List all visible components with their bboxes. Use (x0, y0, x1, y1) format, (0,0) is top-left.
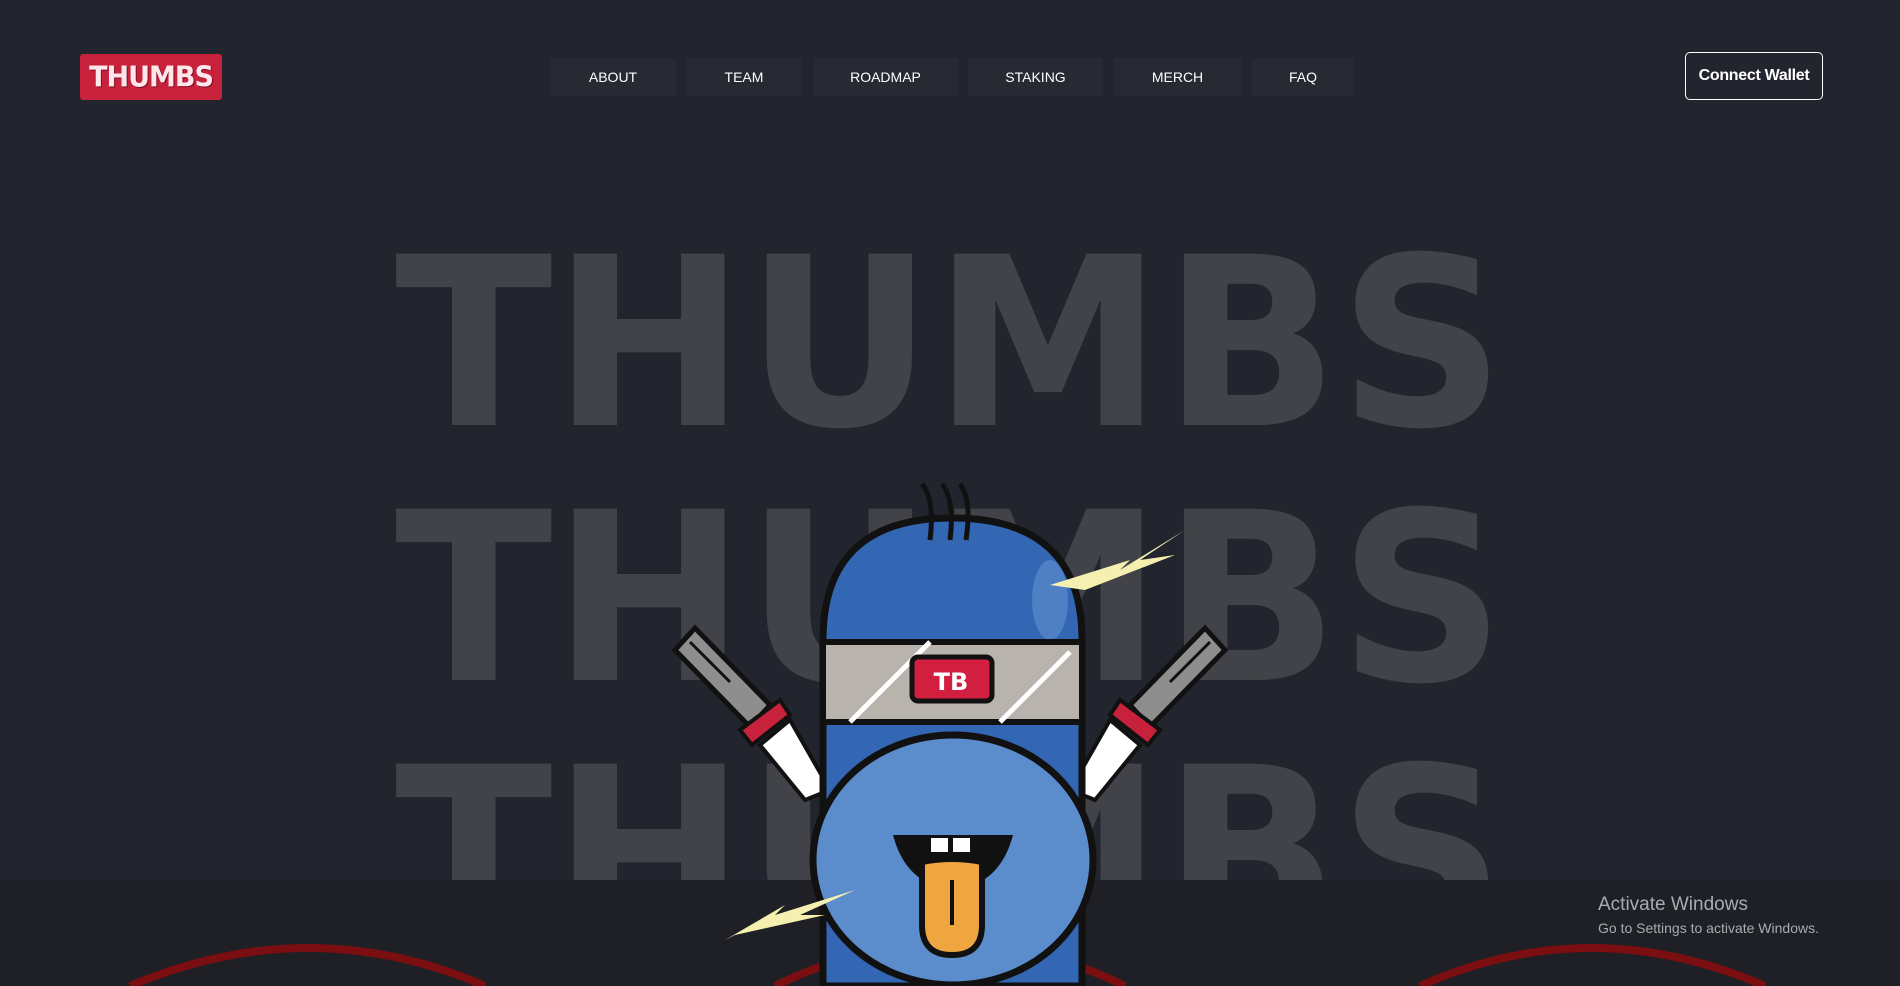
sword-left-icon (671, 624, 833, 803)
top-navigation-bar: THUMBS ABOUT TEAM ROADMAP STAKING MERCH … (0, 0, 1900, 150)
logo-text: THUMBS (89, 60, 214, 94)
nav-item-staking[interactable]: STAKING (968, 58, 1103, 96)
activate-windows-subtitle: Go to Settings to activate Windows. (1598, 920, 1819, 936)
nav-item-team[interactable]: TEAM (686, 58, 802, 96)
activate-windows-watermark: Activate Windows Go to Settings to activ… (1598, 894, 1819, 936)
sword-right-icon (1067, 624, 1229, 803)
thumbs-logo[interactable]: THUMBS (80, 54, 222, 100)
connect-wallet-button[interactable]: Connect Wallet (1685, 52, 1823, 100)
badge-text: TB (934, 668, 969, 696)
nav-item-about[interactable]: ABOUT (550, 58, 676, 96)
nav-item-faq[interactable]: FAQ (1252, 58, 1354, 96)
nav-item-merch[interactable]: MERCH (1114, 58, 1241, 96)
nav-item-roadmap[interactable]: ROADMAP (813, 58, 958, 96)
lightning-bolt-icon (1050, 530, 1185, 590)
activate-windows-title: Activate Windows (1598, 894, 1748, 915)
